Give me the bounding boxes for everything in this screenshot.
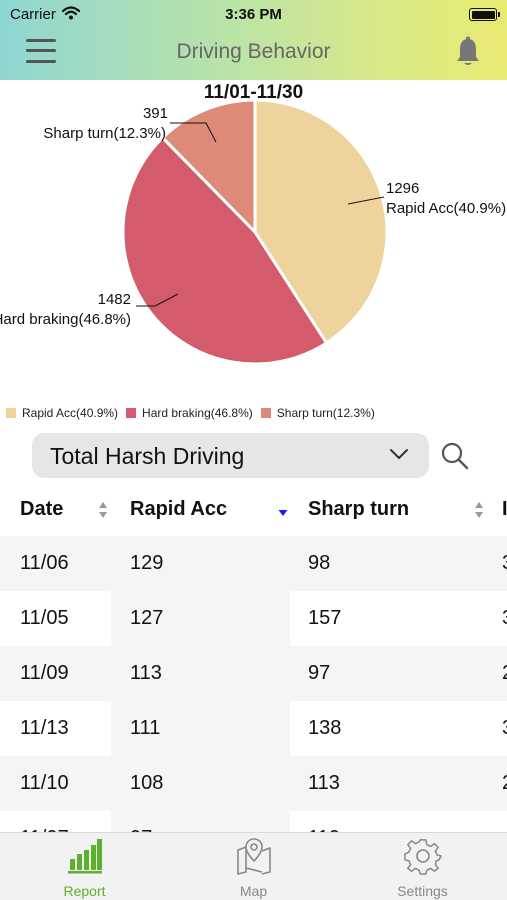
- chart-legend: Rapid Acc(40.9%) Hard braking(46.8%) Sharp…: [6, 406, 383, 421]
- tab-report[interactable]: Report: [0, 833, 169, 900]
- data-table: Date Rapid Acc Sharp turn I 11/061299831…: [0, 484, 507, 832]
- slice-category-label: Rapid Acc(40.9%): [386, 200, 506, 217]
- cell-next-cut: 2: [502, 662, 507, 685]
- cell-rapid-acc: 129: [130, 552, 164, 574]
- table-row[interactable]: 11/13 111 138 3: [0, 701, 507, 756]
- search-icon[interactable]: [440, 441, 470, 471]
- slice-value-label: 391: [143, 105, 168, 122]
- sort-desc-icon[interactable]: [278, 500, 288, 520]
- sort-icon[interactable]: [98, 500, 108, 520]
- legend-label: Sharp turn(12.3%): [276, 406, 375, 420]
- table-row[interactable]: 11/06 129 98 3: [0, 536, 507, 591]
- bar-chart-icon: [67, 839, 102, 874]
- table-row[interactable]: 11/0797110: [0, 811, 507, 832]
- cell-date: 11/09: [20, 662, 69, 684]
- legend-item: Hard braking(46.8%): [126, 406, 253, 420]
- table-row[interactable]: 11/10 108 113 2: [0, 756, 507, 811]
- cell-rapid-acc: 113: [130, 662, 162, 684]
- cell-date: 11/06: [20, 552, 69, 574]
- tab-label: Map: [239, 883, 268, 899]
- tab-map[interactable]: Map: [169, 833, 338, 900]
- metric-selector[interactable]: Total Harsh Driving: [32, 433, 429, 478]
- chevron-down-icon: [390, 449, 408, 459]
- cell-sharp-turn: 138: [308, 717, 342, 739]
- cell-next-cut: 3: [502, 607, 507, 630]
- cell-rapid-acc: 127: [130, 607, 164, 629]
- legend-label: Rapid Acc(40.9%): [22, 406, 119, 420]
- cell-rapid-acc: 111: [130, 717, 161, 739]
- cell-rapid-acc: 108: [130, 772, 164, 794]
- cell-next-cut: 3: [502, 717, 507, 740]
- legend-item: Sharp turn(12.3%): [260, 406, 375, 420]
- tab-bar: Report Map Settings: [0, 832, 507, 900]
- slice-value-label: 1482: [98, 291, 131, 308]
- table-header: Date Rapid Acc Sharp turn I: [0, 484, 507, 536]
- table-row[interactable]: 11/05 127 157 3: [0, 591, 507, 646]
- cell-date: 11/10: [20, 772, 69, 794]
- header-sharp-turn[interactable]: Sharp turn: [308, 498, 409, 521]
- tab-label: Settings: [397, 883, 448, 899]
- cell-sharp-turn: 98: [308, 552, 331, 574]
- cell-date: 11/13: [20, 717, 69, 739]
- slice-category-label: Hard braking(46.8%): [0, 311, 131, 328]
- metric-selector-value: Total Harsh Driving: [50, 443, 245, 469]
- legend-swatch: [126, 408, 137, 418]
- legend-item: Rapid Acc(40.9%): [6, 406, 118, 420]
- tab-settings[interactable]: Settings: [338, 833, 507, 900]
- header-date[interactable]: Date: [20, 498, 63, 521]
- cell-next-cut: 3: [502, 552, 507, 575]
- gear-icon: [403, 839, 442, 875]
- slice-value-label: 1296: [386, 180, 419, 197]
- slice-category-label: Sharp turn(12.3%): [43, 125, 166, 142]
- cell-date: 11/05: [20, 607, 69, 629]
- sort-icon[interactable]: [474, 500, 484, 520]
- header-next-cut: I: [502, 498, 507, 520]
- legend-label: Hard braking(46.8%): [142, 406, 253, 420]
- table-row[interactable]: 11/09 113 97 2: [0, 646, 507, 701]
- map-pin-icon: [236, 838, 271, 875]
- legend-swatch: [260, 408, 271, 418]
- cell-sharp-turn: 113: [308, 772, 340, 794]
- cell-sharp-turn: 157: [308, 607, 342, 629]
- legend-swatch: [6, 408, 16, 418]
- pie-chart-svg: 1296 Rapid Acc(40.9%) 1482 Hard braking(46.…: [0, 98, 506, 366]
- cell-sharp-turn: 97: [308, 662, 331, 684]
- cell-next-cut: 2: [502, 772, 507, 795]
- header-rapid-acc[interactable]: Rapid Acc: [130, 498, 227, 521]
- tab-label: Report: [63, 883, 106, 899]
